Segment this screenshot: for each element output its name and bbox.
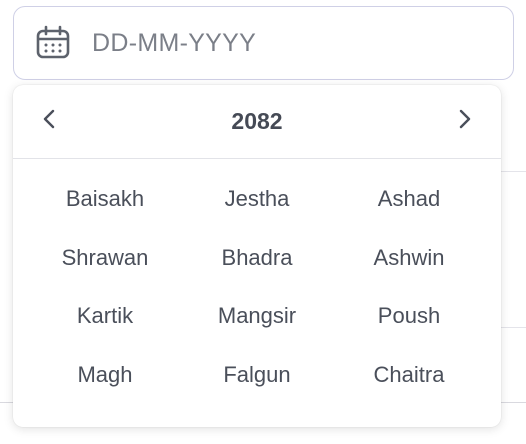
date-input[interactable]: DD-MM-YYYY <box>13 6 514 80</box>
month-option[interactable]: Shrawan <box>29 236 181 295</box>
chevron-left-icon <box>42 108 56 135</box>
month-option[interactable]: Poush <box>333 294 485 353</box>
month-option[interactable]: Ashad <box>333 177 485 236</box>
calendar-icon[interactable] <box>34 24 72 62</box>
page: DD-MM-YYYY 2082 Baisakh Jestha Ashad Shr… <box>0 0 526 444</box>
month-picker-header: 2082 <box>13 85 501 159</box>
month-option[interactable]: Kartik <box>29 294 181 353</box>
next-year-button[interactable] <box>429 85 501 159</box>
month-picker-popup: 2082 Baisakh Jestha Ashad Shrawan Bhadra… <box>13 85 501 427</box>
previous-year-button[interactable] <box>13 85 85 159</box>
month-option[interactable]: Bhadra <box>181 236 333 295</box>
month-option[interactable]: Chaitra <box>333 353 485 412</box>
month-option[interactable]: Jestha <box>181 177 333 236</box>
month-grid: Baisakh Jestha Ashad Shrawan Bhadra Ashw… <box>29 177 485 411</box>
month-option[interactable]: Baisakh <box>29 177 181 236</box>
month-option[interactable]: Ashwin <box>333 236 485 295</box>
month-option[interactable]: Falgun <box>181 353 333 412</box>
month-option[interactable]: Magh <box>29 353 181 412</box>
year-label[interactable]: 2082 <box>231 108 282 135</box>
chevron-right-icon <box>458 108 472 135</box>
month-option[interactable]: Mangsir <box>181 294 333 353</box>
date-input-placeholder[interactable]: DD-MM-YYYY <box>92 29 256 58</box>
